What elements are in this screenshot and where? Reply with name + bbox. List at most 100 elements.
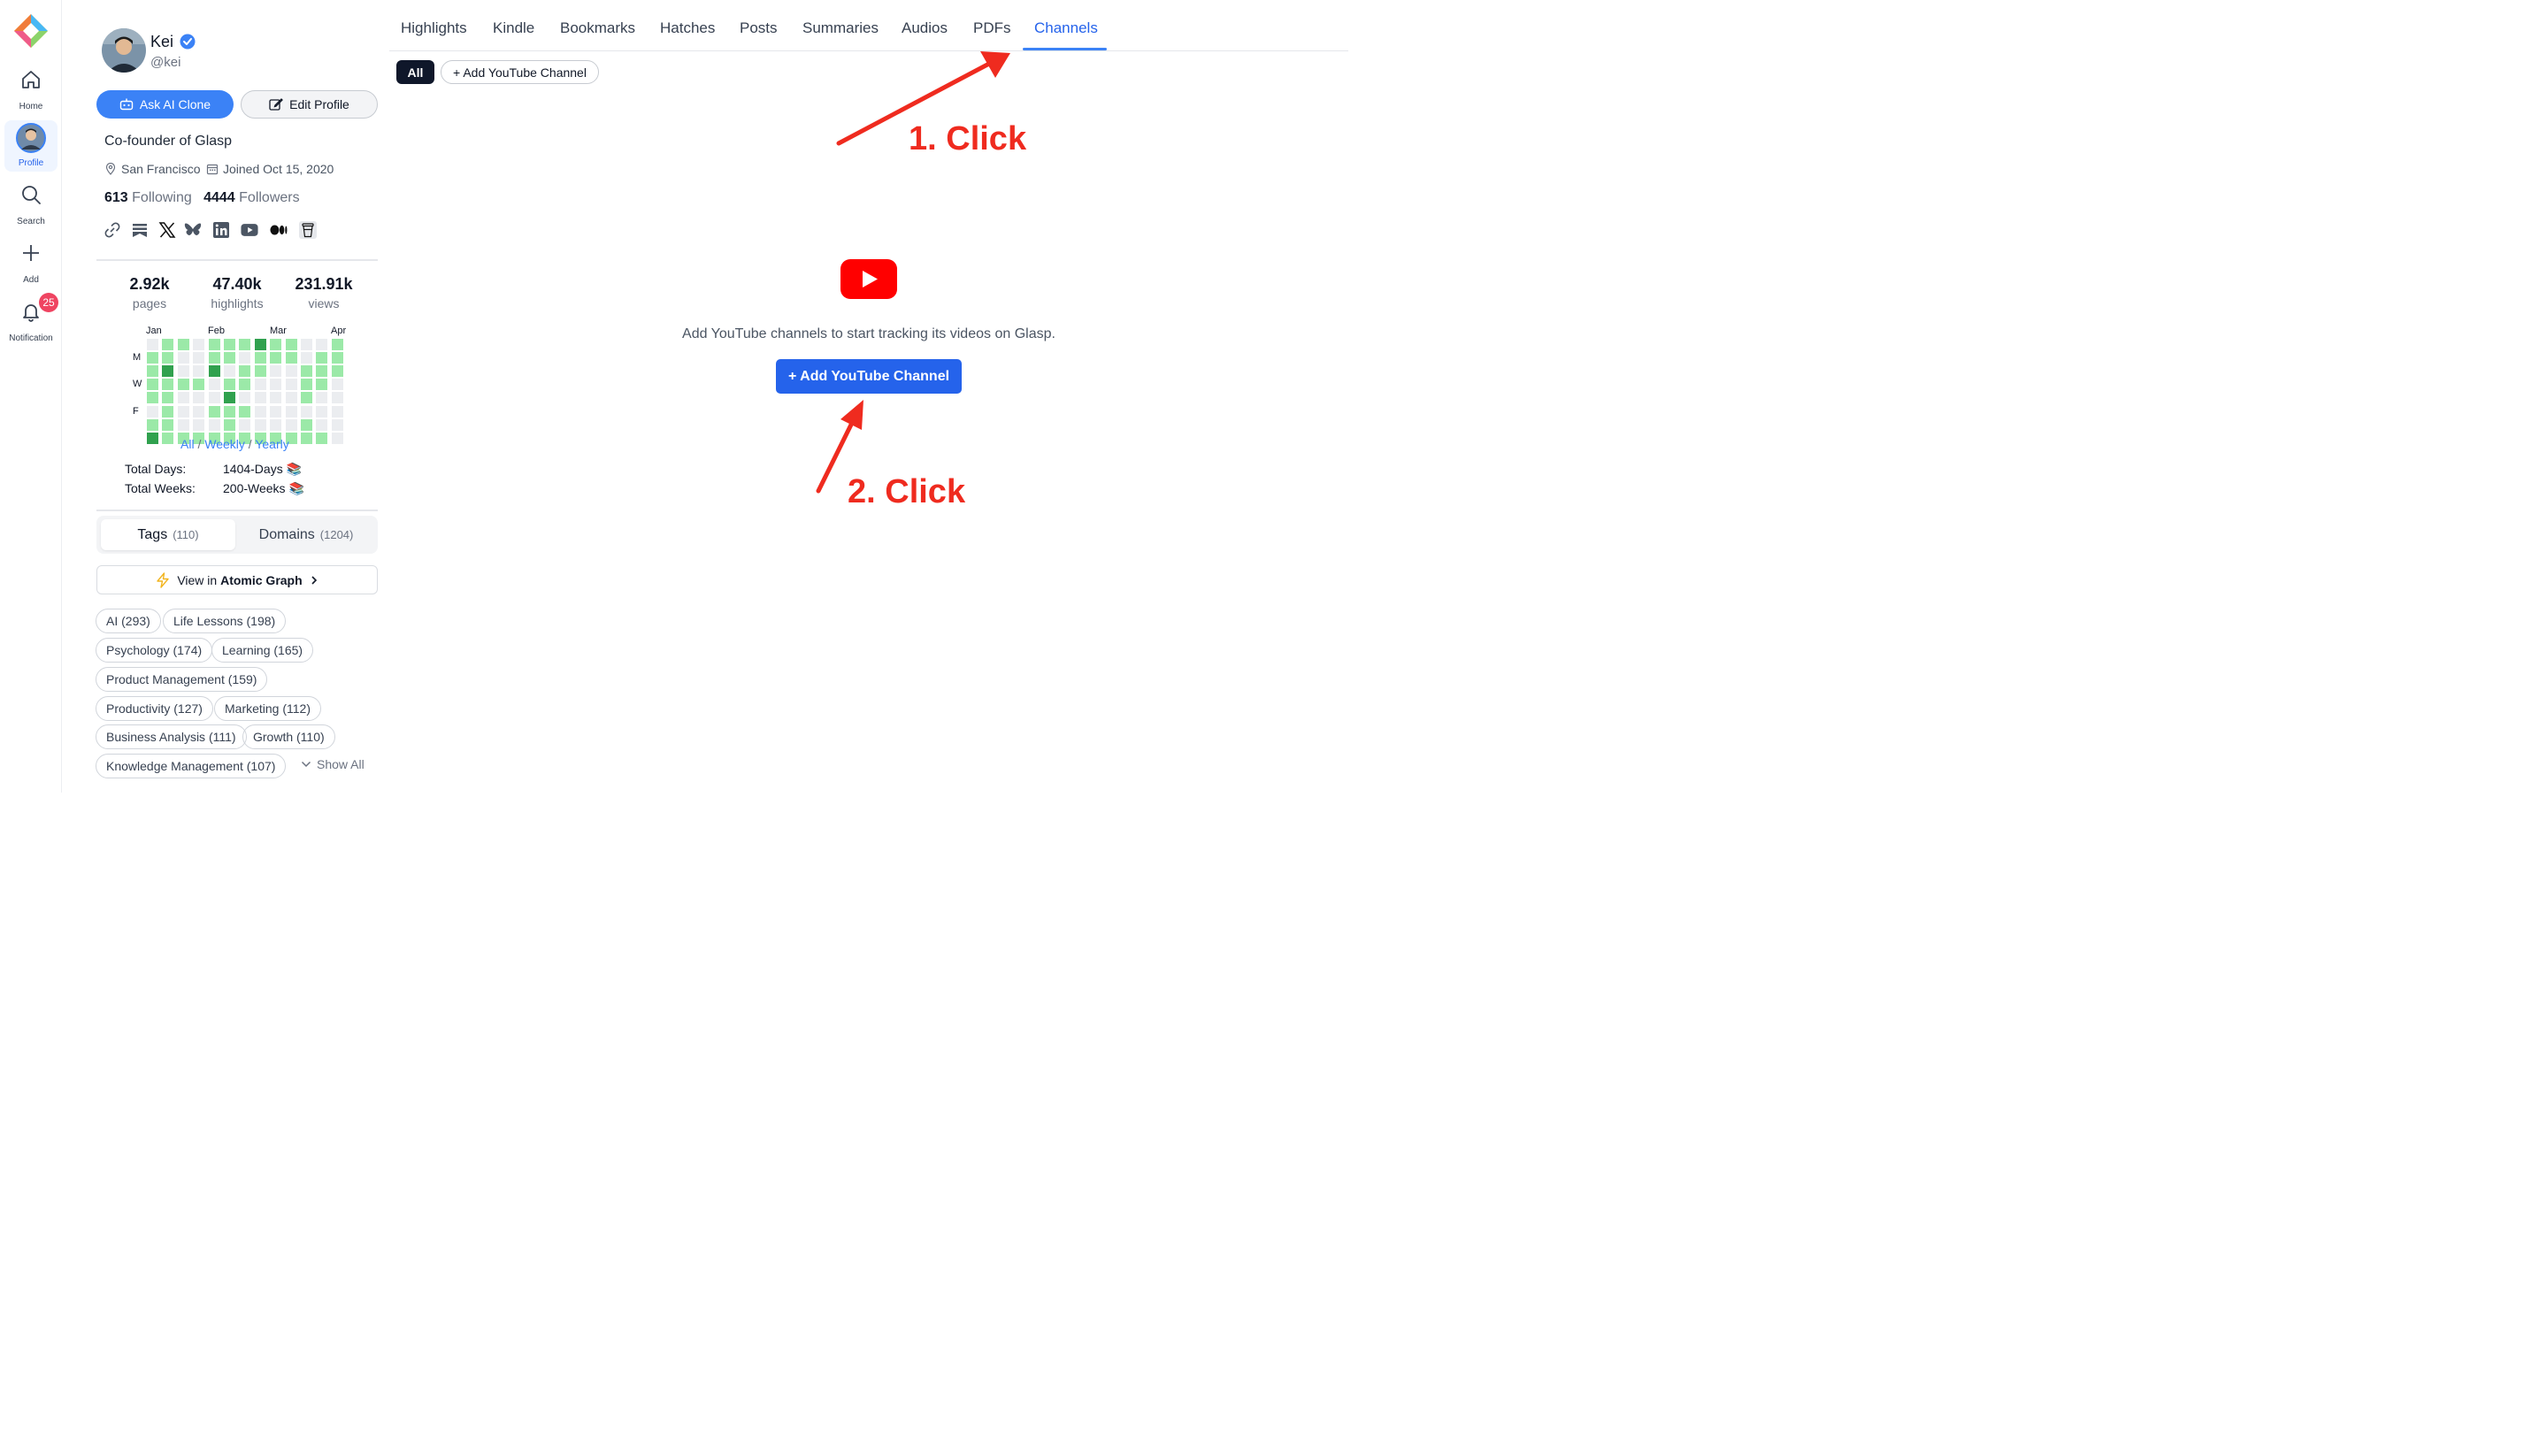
range-weekly-link[interactable]: Weekly xyxy=(204,437,245,451)
heatmap-cell xyxy=(208,352,220,364)
heatmap-cell xyxy=(331,432,343,444)
nav-add[interactable]: Add xyxy=(4,237,58,288)
tab-audios[interactable]: Audios xyxy=(902,19,948,37)
heatmap-cell xyxy=(316,418,328,431)
filter-all-button[interactable]: All xyxy=(396,60,434,84)
edit-profile-label: Edit Profile xyxy=(289,97,349,111)
heatmap-cell xyxy=(239,379,251,391)
nav-search[interactable]: Search xyxy=(4,179,58,230)
range-all-link[interactable]: All xyxy=(180,437,195,451)
medium-icon[interactable] xyxy=(270,221,288,239)
heatmap-cell xyxy=(162,392,174,404)
heatmap-cell xyxy=(162,379,174,391)
heatmap-cell xyxy=(208,405,220,418)
heatmap-cell xyxy=(285,418,297,431)
heatmap-cell xyxy=(147,418,158,431)
heatmap-cell xyxy=(224,379,235,391)
filter-add-channel-button[interactable]: + Add YouTube Channel xyxy=(441,60,599,84)
heatmap-cell xyxy=(147,365,158,378)
tag-chip[interactable]: Growth (110) xyxy=(242,724,335,749)
heatmap-cell xyxy=(254,339,266,350)
heatmap-cell xyxy=(254,352,266,364)
tag-chip[interactable]: Business Analysis (111) xyxy=(96,724,247,749)
heatmap-day: W xyxy=(133,379,142,389)
heatmap-cell xyxy=(162,365,174,378)
tag-chip[interactable]: Psychology (174) xyxy=(96,638,213,663)
tab-posts[interactable]: Posts xyxy=(740,19,778,37)
nav-add-label: Add xyxy=(23,275,39,285)
bookmark-icon[interactable] xyxy=(131,221,149,239)
x-icon[interactable] xyxy=(158,221,176,239)
heatmap-day: F xyxy=(133,406,139,417)
tags-domains-tabs: Tags (110) Domains (1204) xyxy=(96,516,378,554)
tag-chip[interactable]: Learning (165) xyxy=(211,638,314,663)
heatmap-cell xyxy=(162,405,174,418)
heatmap-cell xyxy=(285,405,297,418)
heatmap-cell xyxy=(177,339,189,350)
glasp-logo[interactable] xyxy=(12,12,50,50)
heatmap-cell xyxy=(301,432,312,444)
heatmap-cell xyxy=(147,352,158,364)
heatmap-cell xyxy=(239,392,251,404)
profile-name: Kei xyxy=(150,33,196,51)
heatmap-cell xyxy=(162,339,174,350)
heatmap-cell xyxy=(208,365,220,378)
nav-profile[interactable]: Profile xyxy=(4,120,58,172)
heatmap-cell xyxy=(208,392,220,404)
heatmap-month: Feb xyxy=(208,326,225,336)
heatmap-cell xyxy=(147,432,158,444)
annotation-step-2: 2. Click xyxy=(848,473,966,510)
calendar-icon xyxy=(206,164,219,175)
heatmap-day: M xyxy=(133,352,142,363)
heatmap-cell xyxy=(331,379,343,391)
heatmap-cell xyxy=(301,379,312,391)
add-youtube-channel-button[interactable]: + Add YouTube Channel xyxy=(776,359,962,394)
tab-channels[interactable]: Channels xyxy=(1034,19,1098,37)
total-weeks-label: Total Weeks: xyxy=(125,481,196,495)
profile-location: San Francisco xyxy=(104,162,200,176)
heatmap-cell xyxy=(193,392,205,404)
divider xyxy=(96,510,378,511)
tag-chip[interactable]: AI (293) xyxy=(96,609,161,633)
view-atomic-graph-button[interactable]: View in Atomic Graph xyxy=(96,565,378,594)
tab-domains[interactable]: Domains (1204) xyxy=(238,519,374,550)
total-days-label: Total Days: xyxy=(125,462,187,476)
tag-chip[interactable]: Life Lessons (198) xyxy=(163,609,287,633)
youtube-logo-icon xyxy=(840,259,897,299)
following-link[interactable]: 613 Following xyxy=(104,190,192,205)
tab-tags[interactable]: Tags (110) xyxy=(101,519,235,550)
tab-summaries[interactable]: Summaries xyxy=(802,19,879,37)
tab-bookmarks[interactable]: Bookmarks xyxy=(560,19,635,37)
stat-highlights-value: 47.40k xyxy=(212,275,262,293)
linkedin-icon[interactable] xyxy=(212,221,230,239)
profile-avatar[interactable] xyxy=(102,28,146,73)
heatmap-cell xyxy=(177,365,189,378)
show-all-button[interactable]: Show All xyxy=(301,757,365,771)
tag-chip[interactable]: Marketing (112) xyxy=(214,696,322,721)
heatmap-cell xyxy=(316,379,328,391)
heatmap-cell xyxy=(208,339,220,350)
heatmap-cell xyxy=(193,352,205,364)
link-icon[interactable] xyxy=(104,221,121,239)
nav-home[interactable]: Home xyxy=(4,64,58,115)
tag-chip[interactable]: Knowledge Management (107) xyxy=(96,754,287,778)
edit-profile-button[interactable]: Edit Profile xyxy=(241,90,378,119)
stat-pages-value: 2.92k xyxy=(129,275,170,293)
heatmap-cell xyxy=(147,339,158,350)
coffee-icon[interactable] xyxy=(299,221,317,239)
ask-ai-clone-button[interactable]: Ask AI Clone xyxy=(96,90,234,119)
follow-counts: 613 Following 4444 Followers xyxy=(104,190,300,206)
youtube-icon[interactable] xyxy=(241,221,258,239)
tab-highlights[interactable]: Highlights xyxy=(401,19,467,37)
search-icon xyxy=(22,186,41,204)
tag-chip[interactable]: Product Management (159) xyxy=(96,667,268,692)
tab-kindle[interactable]: Kindle xyxy=(493,19,534,37)
tab-hatches[interactable]: Hatches xyxy=(660,19,715,37)
range-yearly-link[interactable]: Yearly xyxy=(255,437,288,451)
tag-chip[interactable]: Productivity (127) xyxy=(96,696,213,721)
heatmap-cell xyxy=(177,392,189,404)
followers-link[interactable]: 4444 Followers xyxy=(203,190,300,205)
location-pin-icon xyxy=(105,163,116,175)
tab-pdfs[interactable]: PDFs xyxy=(973,19,1011,37)
bluesky-icon[interactable] xyxy=(184,221,202,239)
